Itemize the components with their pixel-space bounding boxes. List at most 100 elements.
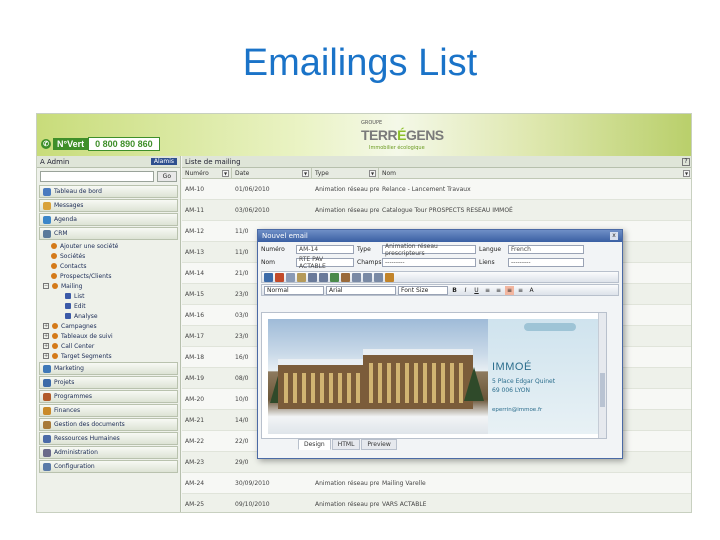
save-icon[interactable] (264, 272, 273, 282)
tab-html[interactable]: HTML (331, 439, 361, 450)
tree-item-target-segments[interactable]: + Target Segments (43, 351, 180, 361)
sidebar-item-projets[interactable]: Projets (39, 376, 178, 389)
agenda-icon (43, 215, 51, 224)
tree-item-edit[interactable]: Edit (43, 301, 180, 311)
tab-design[interactable]: Design (298, 439, 331, 450)
company-logo: GROUPE TERRÉGENS Immobilier écologique (361, 120, 444, 151)
sidebar-item-crm[interactable]: CRM (39, 227, 178, 240)
underline-button[interactable]: U (472, 286, 481, 295)
sidebar-item-configuration[interactable]: Configuration (39, 460, 178, 473)
admin-tag[interactable]: Alamis (150, 158, 177, 165)
badge-shape (524, 323, 576, 331)
slide-title: Emailings List (242, 42, 478, 84)
sidebar-item-finances[interactable]: Finances (39, 404, 178, 417)
toll-free-number: 0 800 890 860 (88, 137, 160, 151)
indent-icon[interactable] (374, 272, 383, 282)
tree-item-tableaux[interactable]: + Tableaux de suivi (43, 331, 180, 341)
table-cell: AM-19 (185, 374, 205, 382)
sidebar-item-marketing[interactable]: Marketing (39, 362, 178, 375)
tree-item-list[interactable]: List (43, 291, 180, 301)
table-cell: AM-13 (185, 248, 205, 256)
table-row[interactable]: AM-10 01/06/2010 Animation réseau prescrip… (182, 179, 691, 200)
search-input[interactable] (40, 170, 154, 182)
undo-icon[interactable] (308, 272, 317, 282)
font-select[interactable]: Arial (326, 285, 396, 295)
editor-scrollbar[interactable] (598, 313, 606, 438)
liens-select[interactable]: --------- (508, 258, 584, 267)
align-right-icon[interactable]: ≡ (505, 285, 514, 295)
table-cell: AM-16 (185, 311, 205, 319)
nom-field[interactable]: RTE PAV ACTABLE (296, 256, 354, 270)
sidebar-item-administration[interactable]: Administration (39, 446, 178, 459)
bullet-icon (52, 283, 58, 289)
column-header-type[interactable]: Type ▼ (312, 168, 379, 178)
langue-select[interactable]: French (508, 245, 584, 254)
table-cell: AM-11 (185, 206, 205, 214)
dialog-titlebar[interactable]: Nouvel email x (258, 230, 622, 242)
table-cell: AM-12 (185, 227, 205, 235)
page-title: Liste de mailing (185, 157, 241, 166)
numero-field[interactable]: AM-14 (296, 245, 354, 254)
sidebar-item-documents[interactable]: Gestion des documents (39, 418, 178, 431)
go-button[interactable]: Go (156, 170, 177, 182)
app-header: ✆ N°Vert 0 800 890 860 GROUPE TERRÉGENS … (37, 114, 691, 156)
type-select[interactable]: Animation réseau prescripteurs (382, 243, 476, 257)
link-icon[interactable] (330, 272, 339, 282)
email-editor[interactable]: IMMOÉ 5 Place Edgar Quinet 69 006 LYON e… (261, 312, 607, 439)
page-icon (65, 303, 71, 309)
sidebar-item-programmes[interactable]: Programmes (39, 390, 178, 403)
sidebar-search: Go (37, 168, 180, 184)
table-cell: AM-15 (185, 290, 205, 298)
expand-icon: + (43, 323, 49, 329)
bold-button[interactable]: B (450, 286, 459, 295)
font-size-select[interactable]: Font Size (398, 285, 448, 295)
align-left-icon[interactable]: ≡ (483, 286, 492, 295)
tab-preview[interactable]: Preview (361, 439, 397, 450)
champs-select[interactable]: --------- (382, 258, 476, 267)
copy-icon[interactable] (286, 272, 295, 282)
special-char-icon[interactable] (385, 272, 394, 282)
tree-item-prospects[interactable]: Prospects/Clients (43, 271, 180, 281)
column-header-nom[interactable]: Nom ▼ (379, 168, 691, 178)
justify-icon[interactable]: ≡ (516, 286, 525, 295)
address-line-2: 69 006 LYON (492, 387, 530, 394)
sidebar-item-tableau-de-bord[interactable]: Tableau de bord (39, 185, 178, 198)
help-icon[interactable]: ? (682, 157, 690, 166)
table-row[interactable]: AM-11 03/06/2010 Animation réseau prescrip… (182, 200, 691, 221)
text-color-icon[interactable]: A (527, 286, 536, 295)
table-icon[interactable] (352, 272, 361, 282)
contact-email[interactable]: eperrin@immoe.fr (492, 407, 542, 413)
tree-item-mailing[interactable]: − Mailing (43, 281, 180, 291)
image-icon[interactable] (341, 272, 350, 282)
tree-item-call-center[interactable]: + Call Center (43, 341, 180, 351)
tree-item-societes[interactable]: Sociétés (43, 251, 180, 261)
list-icon[interactable] (363, 272, 372, 282)
tree-item-analyse[interactable]: Analyse (43, 311, 180, 321)
sidebar-item-agenda[interactable]: Agenda (39, 213, 178, 226)
crm-icon (43, 229, 51, 238)
redo-icon[interactable] (319, 272, 328, 282)
style-select[interactable]: Normal (264, 285, 324, 295)
table-row[interactable]: AM-25 09/10/2010 Animation réseau prescrip… (182, 494, 691, 512)
expand-icon: + (43, 343, 49, 349)
sidebar-item-messages[interactable]: Messages (39, 199, 178, 212)
cut-icon[interactable] (275, 272, 284, 282)
table-cell: AM-22 (185, 437, 205, 445)
italic-button[interactable]: I (461, 286, 470, 295)
table-cell: Mailing Varelle (382, 479, 426, 487)
tree-item-campagnes[interactable]: + Campagnes (43, 321, 180, 331)
projects-icon (43, 378, 51, 387)
close-icon[interactable]: x (610, 232, 618, 240)
table-row[interactable]: AM-24 30/09/2010 Animation réseau prescrip… (182, 473, 691, 494)
column-header-numero[interactable]: Numéro ▼ (182, 168, 232, 178)
column-header-date[interactable]: Date ▼ (232, 168, 312, 178)
tree-item-contacts[interactable]: Contacts (43, 261, 180, 271)
bullet-icon (51, 253, 57, 259)
paste-icon[interactable] (297, 272, 306, 282)
brand-name: IMMOÉ (492, 361, 532, 373)
bullet-icon (52, 343, 58, 349)
sidebar-item-rh[interactable]: Ressources Humaines (39, 432, 178, 445)
tree-item-ajouter-societe[interactable]: Ajouter une société (43, 241, 180, 251)
scrollbar-thumb (600, 373, 605, 407)
align-center-icon[interactable]: ≡ (494, 286, 503, 295)
